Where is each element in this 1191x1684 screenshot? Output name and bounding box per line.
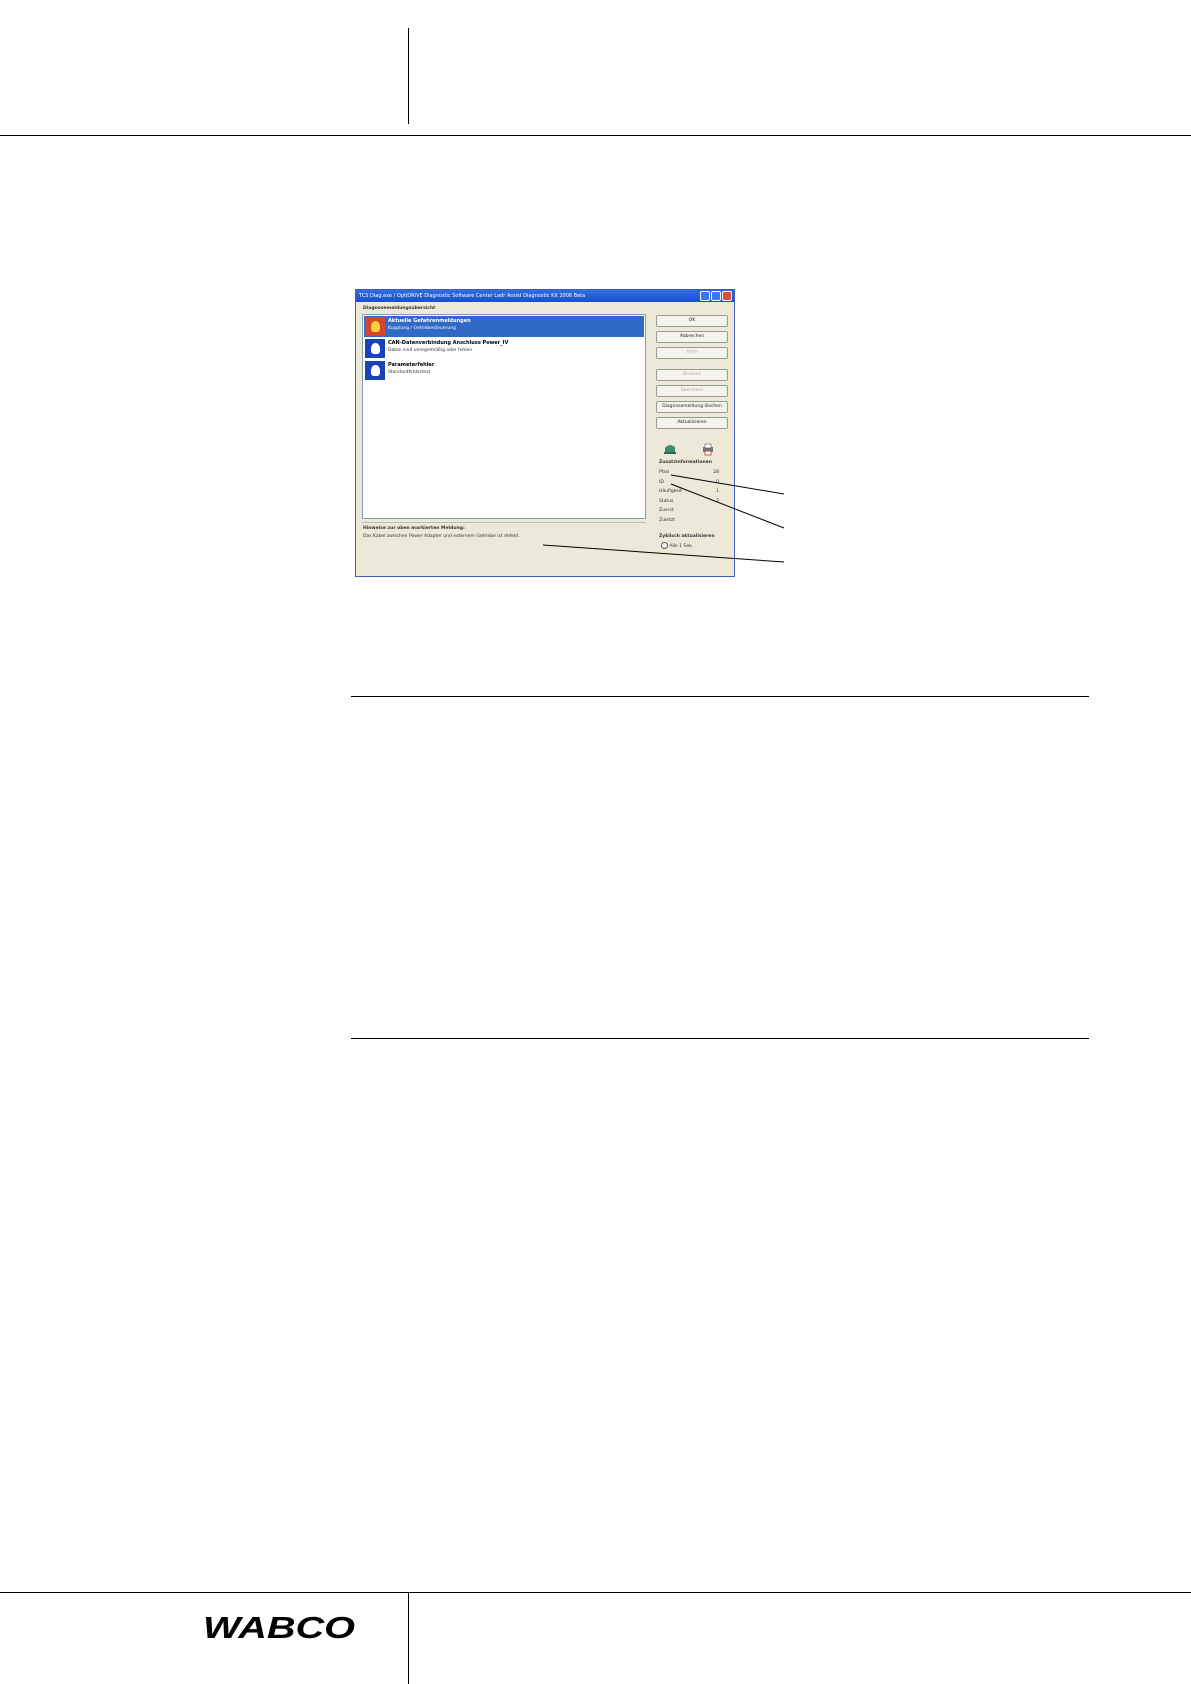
info-rows: Pfad 28 ID 0 Häufigkeit 1 Status 2 Zuerst Zu…: [659, 468, 719, 525]
svg-text:WABCO: WABCO: [203, 1612, 355, 1642]
minimize-icon[interactable]: [700, 291, 710, 301]
help-button[interactable]: Hilfe: [656, 347, 728, 359]
truck-icon[interactable]: [663, 442, 677, 456]
status-text: Das Kabel zwischen Power Adapter und ext…: [363, 534, 520, 539]
save-button[interactable]: Speichern: [656, 385, 728, 397]
info-bulb-icon: [365, 361, 385, 380]
warning-bulb-icon: [365, 317, 385, 336]
list-item[interactable]: CAN-Datenverbindung Anschluss Power_IV D…: [364, 338, 644, 359]
info-value: 28: [713, 470, 719, 475]
printer-icon[interactable]: [701, 442, 715, 456]
info-label: ID: [659, 479, 664, 485]
window-title: TCS Diag.exe / OptiDRIVE Diagnostic Soft…: [359, 293, 586, 299]
window-titlebar: TCS Diag.exe / OptiDRIVE Diagnostic Soft…: [356, 290, 734, 302]
message-title: Aktuelle Gefahrenmeldungen: [388, 318, 471, 324]
footer-divider: [408, 1592, 409, 1684]
status-panel: Hinweise zur oben markierten Meldung: Da…: [362, 522, 646, 551]
list-title: Diagnosemeldungsübersicht: [363, 306, 436, 311]
info-label: Zuerst: [659, 508, 674, 513]
delete-message-button[interactable]: Diagnosemeldung löschen: [656, 401, 728, 413]
cancel-button[interactable]: Abbrechen: [656, 331, 728, 343]
refresh-option[interactable]: Alle 1 Sek.: [661, 542, 693, 549]
info-bulb-icon: [365, 339, 385, 358]
close-icon[interactable]: [722, 291, 732, 301]
message-subtitle: Kupplung / Getriebesteuerung: [388, 326, 456, 331]
info-label: Häufigkeit: [659, 489, 682, 494]
section-rule-bottom: [351, 1038, 1089, 1039]
callout-lines: [542, 474, 785, 563]
info-label: Zuletzt: [659, 517, 675, 523]
diagnostic-window: TCS Diag.exe / OptiDRIVE Diagnostic Soft…: [355, 289, 735, 577]
print-button[interactable]: Drucken: [656, 369, 728, 381]
maximize-icon[interactable]: [711, 291, 721, 301]
info-value: 1: [716, 489, 719, 494]
list-item[interactable]: Parameterfehler Standardfehlertext: [364, 360, 644, 381]
status-title: Hinweise zur oben markierten Meldung:: [363, 526, 465, 531]
section-rule-top: [351, 696, 1089, 697]
header-rule: [0, 135, 1191, 136]
footer-rule: [0, 1592, 1191, 1593]
info-value: 0: [716, 479, 719, 485]
message-subtitle: Standardfehlertext: [388, 370, 431, 375]
info-label: Pfad: [659, 470, 669, 475]
message-title: CAN-Datenverbindung Anschluss Power_IV: [388, 340, 509, 346]
ok-button[interactable]: OK: [656, 315, 728, 327]
wabco-logo: WABCO: [203, 1612, 355, 1642]
refresh-title: Zyklisch aktualisieren: [659, 534, 715, 539]
message-subtitle: Daten sind unregelmäßig oder fehlen: [388, 348, 473, 353]
refresh-button[interactable]: Aktualisieren: [656, 417, 728, 429]
message-title: Parameterfehler: [388, 362, 435, 368]
refresh-radio[interactable]: [661, 542, 668, 549]
refresh-option-label: Alle 1 Sek.: [669, 544, 694, 549]
message-list[interactable]: Aktuelle Gefahrenmeldungen Kupplung / Ge…: [362, 314, 646, 519]
info-value: 2: [716, 498, 719, 504]
header-divider: [408, 28, 409, 124]
list-item[interactable]: Aktuelle Gefahrenmeldungen Kupplung / Ge…: [364, 316, 644, 337]
info-label: Status: [659, 498, 674, 504]
info-title: Zusatzinformationen: [659, 460, 712, 465]
